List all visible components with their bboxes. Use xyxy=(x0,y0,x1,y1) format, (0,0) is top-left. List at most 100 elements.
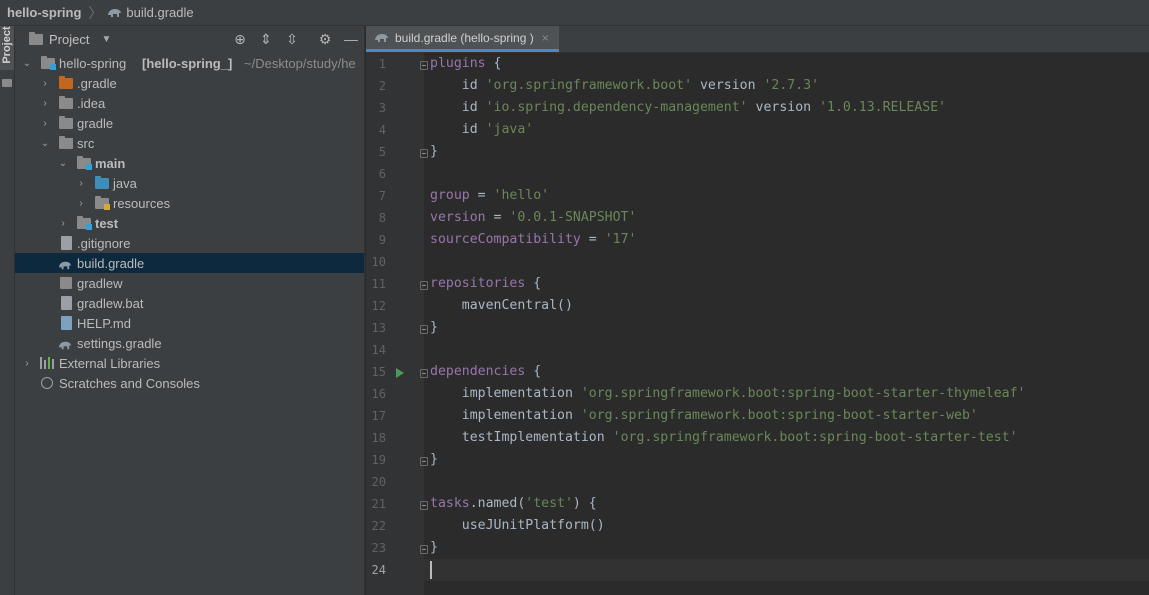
tree-item-help-md[interactable]: HELP.md xyxy=(15,313,364,333)
breadcrumb-project[interactable]: hello-spring xyxy=(7,5,81,20)
tree-item-gradle-dir[interactable]: › .gradle xyxy=(15,73,364,93)
fold-icon[interactable] xyxy=(420,325,428,334)
code-line[interactable]: } xyxy=(430,540,438,555)
chevron-right-icon[interactable]: › xyxy=(76,198,86,209)
code-token: } xyxy=(430,320,438,335)
code-line[interactable]: dependencies { xyxy=(430,364,541,379)
code-line[interactable]: id 'java' xyxy=(430,122,533,137)
gear-icon[interactable]: ⚙ xyxy=(317,31,333,47)
chevron-right-icon[interactable]: › xyxy=(40,98,50,109)
code-token: 'java' xyxy=(485,122,534,137)
chevron-right-icon[interactable]: › xyxy=(40,118,50,129)
line-number: 23 xyxy=(371,541,386,555)
chevron-down-icon[interactable]: ⌄ xyxy=(58,158,68,169)
tree-item-idea[interactable]: › .idea xyxy=(15,93,364,113)
code-token: id xyxy=(430,78,486,93)
line-number: 7 xyxy=(378,189,386,203)
tree-item-gradlew-bat[interactable]: gradlew.bat xyxy=(15,293,364,313)
code-line[interactable]: tasks.named('test') { xyxy=(430,496,597,511)
code-token: .named( xyxy=(469,496,526,511)
chevron-down-icon[interactable]: ⌄ xyxy=(22,58,32,69)
close-icon[interactable]: × xyxy=(542,31,549,45)
tree-item-hello-spring[interactable]: ⌄ hello-spring [hello-spring_] ~/Desktop… xyxy=(15,53,364,73)
editor-tab-bar: build.gradle (hello-spring ) × xyxy=(366,26,1149,53)
project-view-selector[interactable]: Project ▼ xyxy=(29,32,111,47)
gradle-elephant-icon xyxy=(375,34,388,42)
fold-icon[interactable] xyxy=(420,61,428,70)
code-line[interactable]: group = 'hello' xyxy=(430,188,549,203)
project-tool-tab[interactable]: Project xyxy=(0,26,14,70)
fold-icon[interactable] xyxy=(420,281,428,290)
folder-icon[interactable] xyxy=(2,79,12,87)
line-number: 4 xyxy=(378,123,386,137)
code-token: '17' xyxy=(604,232,637,247)
fold-icon[interactable] xyxy=(420,545,428,554)
tree-item-java[interactable]: › java xyxy=(15,173,364,193)
fold-icon[interactable] xyxy=(420,149,428,158)
code-token: plugins xyxy=(430,56,486,71)
tree-item-scratches[interactable]: Scratches and Consoles xyxy=(15,373,364,393)
chevron-down-icon[interactable]: ⌄ xyxy=(40,138,50,149)
code-token: 'org.springframework.boot:spring-boot-st… xyxy=(612,430,1018,445)
tree-item-build-gradle[interactable]: build.gradle xyxy=(15,253,364,273)
code-line[interactable]: implementation 'org.springframework.boot… xyxy=(430,408,978,423)
source-folder-icon xyxy=(77,156,92,170)
line-number: 16 xyxy=(371,387,386,401)
code-line[interactable]: } xyxy=(430,452,438,467)
code-line[interactable]: version = '0.0.1-SNAPSHOT' xyxy=(430,210,636,225)
code-line[interactable]: useJUnitPlatform() xyxy=(430,518,605,533)
tree-item-gitignore[interactable]: .gitignore xyxy=(15,233,364,253)
code-token: mavenCentral() xyxy=(430,298,573,313)
tree-item-src[interactable]: ⌄ src xyxy=(15,133,364,153)
locate-file-icon[interactable]: ⊕ xyxy=(232,31,248,47)
tree-item-external-libraries[interactable]: › External Libraries xyxy=(15,353,364,373)
fold-icon[interactable] xyxy=(420,369,428,378)
tree-item-gradlew[interactable]: gradlew xyxy=(15,273,364,293)
tree-item-settings-gradle[interactable]: settings.gradle xyxy=(15,333,364,353)
chevron-right-icon[interactable]: › xyxy=(58,218,68,229)
code-line[interactable]: implementation 'org.springframework.boot… xyxy=(430,386,1026,401)
code-token: } xyxy=(430,540,438,555)
fold-icon[interactable] xyxy=(420,457,428,466)
scratches-icon xyxy=(41,377,53,389)
code-token: version xyxy=(747,100,820,115)
code-token: tasks xyxy=(430,496,470,511)
code-token: dependencies xyxy=(430,364,526,379)
chevron-right-icon[interactable]: › xyxy=(76,178,86,189)
code-line[interactable]: mavenCentral() xyxy=(430,298,573,313)
run-gutter-icon[interactable] xyxy=(396,368,404,378)
code-token: sourceCompatibility xyxy=(430,232,581,247)
tree-item-resources[interactable]: › resources xyxy=(15,193,364,213)
code-line[interactable]: id 'org.springframework.boot' version '2… xyxy=(430,78,819,93)
tree-label: src xyxy=(77,135,95,151)
tree-path: ~/Desktop/study/he xyxy=(244,55,356,71)
tree-item-main[interactable]: ⌄ main xyxy=(15,153,364,173)
line-number: 21 xyxy=(371,497,386,511)
code-token: version xyxy=(692,78,764,93)
chevron-right-icon[interactable]: › xyxy=(22,358,32,369)
tree-item-test[interactable]: › test xyxy=(15,213,364,233)
code-line[interactable]: testImplementation 'org.springframework.… xyxy=(430,430,1018,445)
code-line[interactable]: sourceCompatibility = '17' xyxy=(430,232,636,247)
tree-label: .gradle xyxy=(77,75,117,91)
minimize-icon[interactable]: — xyxy=(343,31,359,47)
code-token: 'org.springframework.boot' xyxy=(485,78,693,93)
code-editor[interactable]: 1 2 3 4 5 6 7 8 9 10 11 12 13 14 15 16 17 18 19 20 21 22 23 24 … xyxy=(366,53,1149,595)
expand-all-icon[interactable]: ⇕ xyxy=(258,31,274,47)
code-line[interactable]: plugins { xyxy=(430,56,501,71)
line-number: 17 xyxy=(371,409,386,423)
code-line[interactable]: } xyxy=(430,144,438,159)
breadcrumb-file[interactable]: build.gradle xyxy=(126,5,193,20)
line-number: 20 xyxy=(371,475,386,489)
tree-label: Scratches and Consoles xyxy=(59,375,200,391)
collapse-all-icon[interactable]: ⇳ xyxy=(284,31,300,47)
tab-build-gradle[interactable]: build.gradle (hello-spring ) × xyxy=(366,26,559,52)
tree-item-gradle[interactable]: › gradle xyxy=(15,113,364,133)
code-line[interactable]: repositories { xyxy=(430,276,541,291)
fold-icon[interactable] xyxy=(420,501,428,510)
line-number: 10 xyxy=(371,255,386,269)
code-line[interactable]: } xyxy=(430,320,438,335)
chevron-right-icon[interactable]: › xyxy=(40,78,50,89)
code-line[interactable]: id 'io.spring.dependency-management' ver… xyxy=(430,100,946,115)
code-token: 'test' xyxy=(525,496,573,511)
